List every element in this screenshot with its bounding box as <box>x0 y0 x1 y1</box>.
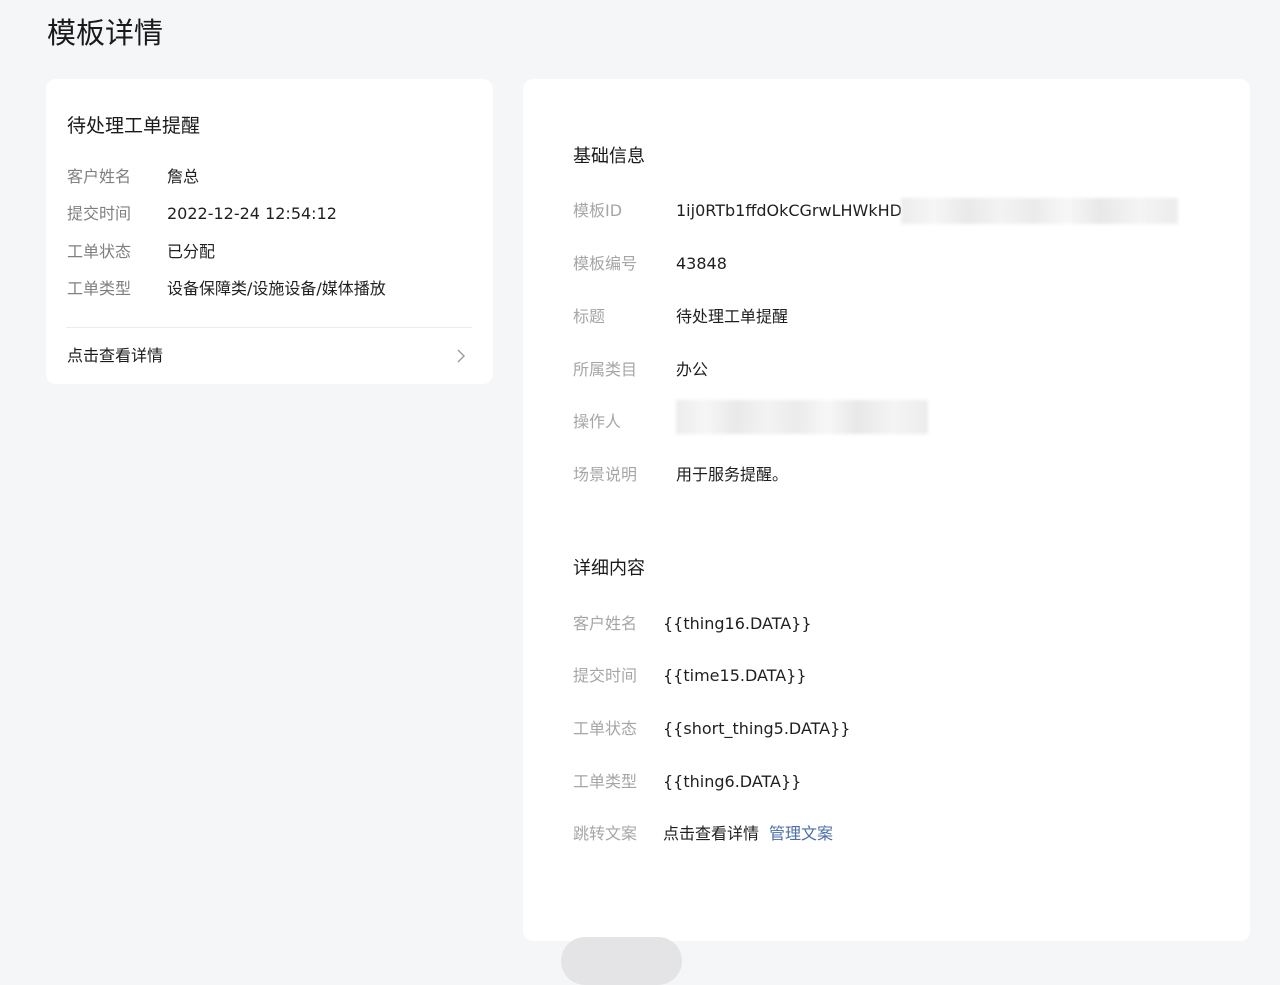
basic-info-heading: 基础信息 <box>573 146 645 167</box>
content-field-label: 工单状态 <box>573 719 638 738</box>
preview-field-label: 工单状态 <box>67 242 132 261</box>
preview-field-value: 设备保障类/设施设备/媒体播放 <box>167 279 386 298</box>
content-field-label: 工单类型 <box>573 772 638 791</box>
template-number-label: 模板编号 <box>573 254 638 273</box>
preview-field-label: 工单类型 <box>67 279 132 298</box>
jump-text-label: 跳转文案 <box>573 824 638 843</box>
content-field-label: 提交时间 <box>573 666 638 685</box>
category-value: 办公 <box>676 360 709 379</box>
category-label: 所属类目 <box>573 360 638 379</box>
scene-label: 场景说明 <box>573 465 638 484</box>
redacted-blur <box>901 198 1178 224</box>
preview-field-customer-name: 客户姓名 詹总 <box>67 165 199 189</box>
preview-field-order-status: 工单状态 已分配 <box>67 240 215 264</box>
page-title: 模板详情 <box>47 16 164 50</box>
jump-text-value: 点击查看详情 <box>663 824 760 843</box>
preview-field-value: 已分配 <box>167 242 216 261</box>
view-details-label: 点击查看详情 <box>67 346 164 365</box>
scene-value: 用于服务提醒。 <box>676 465 789 484</box>
preview-title: 待处理工单提醒 <box>67 115 201 137</box>
template-id-label: 模板ID <box>573 201 623 220</box>
preview-divider <box>66 327 472 328</box>
content-field-value: {{thing16.DATA}} <box>663 614 812 633</box>
jump-text-value-group: 点击查看详情 管理文案 <box>663 821 833 847</box>
message-preview-card: 待处理工单提醒 客户姓名 詹总 提交时间 2022-12-24 12:54:12 工… <box>46 79 493 384</box>
title-label: 标题 <box>573 307 606 326</box>
content-field-label: 客户姓名 <box>573 614 638 633</box>
chevron-right-icon <box>457 349 465 363</box>
template-detail-card: 基础信息 模板ID 1ij0RTb1ffdOkCGrwLHWkHD 模板编号 4… <box>523 79 1250 941</box>
bottom-action-button[interactable] <box>561 937 682 985</box>
content-field-value: {{time15.DATA}} <box>663 666 807 685</box>
template-id-value: 1ij0RTb1ffdOkCGrwLHWkHD <box>676 201 902 220</box>
redacted-blur <box>676 400 928 434</box>
detail-content-heading: 详细内容 <box>573 558 645 579</box>
preview-field-value: 詹总 <box>167 167 200 186</box>
view-details-link[interactable]: 点击查看详情 <box>66 343 472 369</box>
operator-label: 操作人 <box>573 412 622 431</box>
preview-field-value: 2022-12-24 12:54:12 <box>167 204 337 223</box>
preview-field-label: 提交时间 <box>67 204 132 223</box>
content-field-value: {{thing6.DATA}} <box>663 772 802 791</box>
manage-text-link[interactable]: 管理文案 <box>769 824 833 843</box>
preview-field-order-type: 工单类型 设备保障类/设施设备/媒体播放 <box>67 277 386 301</box>
preview-field-label: 客户姓名 <box>67 167 132 186</box>
preview-field-submit-time: 提交时间 2022-12-24 12:54:12 <box>67 202 337 226</box>
template-number-value: 43848 <box>676 254 727 273</box>
title-value: 待处理工单提醒 <box>676 307 789 326</box>
content-field-value: {{short_thing5.DATA}} <box>663 719 851 738</box>
